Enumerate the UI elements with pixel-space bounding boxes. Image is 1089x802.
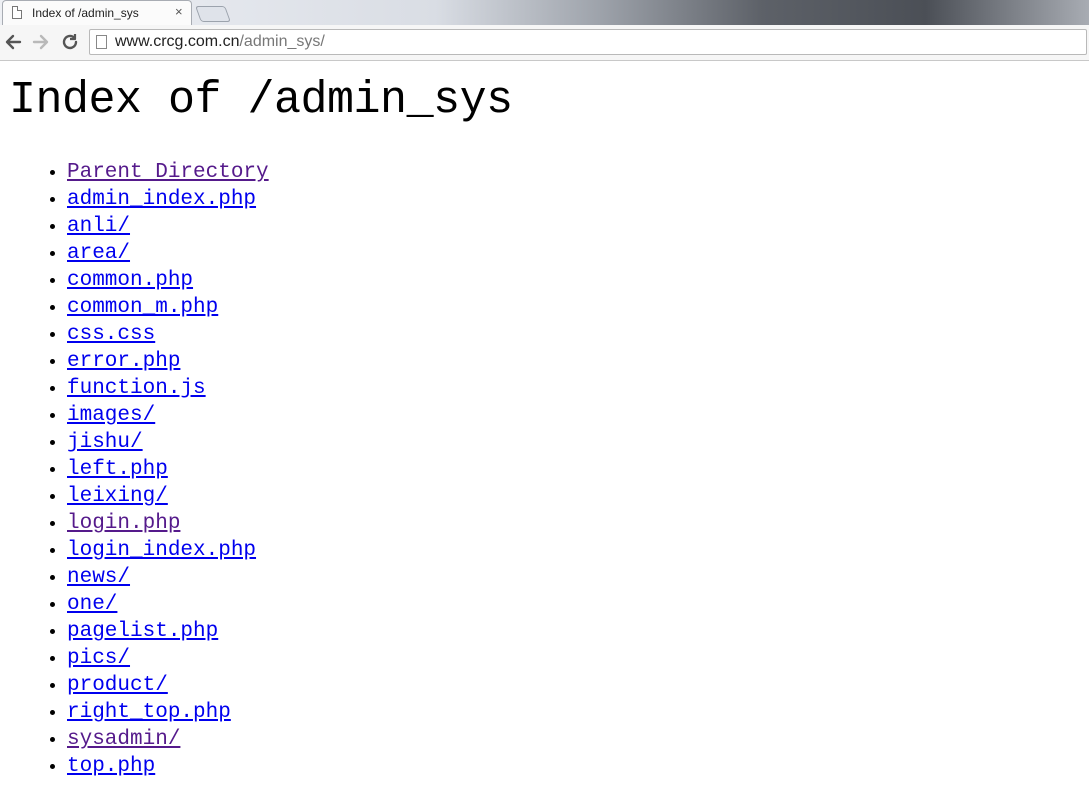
address-bar[interactable]: www.crcg.com.cn/admin_sys/ bbox=[89, 29, 1087, 55]
list-item: top.php bbox=[67, 753, 269, 780]
list-item: login.php bbox=[67, 510, 269, 537]
directory-entry-link[interactable]: Parent Directory bbox=[67, 161, 269, 184]
list-item: common.php bbox=[67, 267, 269, 294]
list-item: area/ bbox=[67, 240, 269, 267]
list-item: product/ bbox=[67, 672, 269, 699]
url-text[interactable]: www.crcg.com.cn/admin_sys/ bbox=[115, 33, 325, 51]
directory-entry-link[interactable]: login.php bbox=[67, 512, 180, 535]
list-item: news/ bbox=[67, 564, 269, 591]
tab-close-icon[interactable]: × bbox=[175, 4, 183, 20]
directory-entry-link[interactable]: error.php bbox=[67, 350, 180, 373]
directory-entry-link[interactable]: news/ bbox=[67, 566, 130, 589]
directory-entry-link[interactable]: left.php bbox=[67, 458, 168, 481]
list-item: error.php bbox=[67, 348, 269, 375]
list-item: images/ bbox=[67, 402, 269, 429]
reload-icon[interactable] bbox=[59, 31, 81, 53]
directory-entry-link[interactable]: jishu/ bbox=[67, 431, 143, 454]
list-item: css.css bbox=[67, 321, 269, 348]
forward-arrow-icon[interactable] bbox=[30, 31, 52, 53]
directory-entry-link[interactable]: anli/ bbox=[67, 215, 130, 238]
url-host: www.crcg.com.cn bbox=[115, 33, 240, 50]
directory-entry-link[interactable]: common_m.php bbox=[67, 296, 218, 319]
directory-entry-link[interactable]: common.php bbox=[67, 269, 193, 292]
list-item: login_index.php bbox=[67, 537, 269, 564]
list-item: sysadmin/ bbox=[67, 726, 269, 753]
list-item: left.php bbox=[67, 456, 269, 483]
browser-toolbar: www.crcg.com.cn/admin_sys/ bbox=[0, 25, 1089, 61]
browser-tab[interactable]: Index of /admin_sys × bbox=[2, 0, 192, 25]
directory-entry-link[interactable]: admin_index.php bbox=[67, 188, 256, 211]
directory-entry-link[interactable]: images/ bbox=[67, 404, 155, 427]
directory-listing: Parent Directory admin_index.php anli/area… bbox=[0, 159, 269, 780]
list-item: right_top.php bbox=[67, 699, 269, 726]
directory-entry-link[interactable]: right_top.php bbox=[67, 701, 231, 724]
list-item: jishu/ bbox=[67, 429, 269, 456]
list-item: admin_index.php bbox=[67, 186, 269, 213]
directory-entry-link[interactable]: pagelist.php bbox=[67, 620, 218, 643]
new-tab-button[interactable] bbox=[195, 6, 231, 22]
directory-entry-link[interactable]: function.js bbox=[67, 377, 206, 400]
list-item: function.js bbox=[67, 375, 269, 402]
list-item: anli/ bbox=[67, 213, 269, 240]
tab-strip: Index of /admin_sys × bbox=[0, 0, 1089, 25]
directory-entry-link[interactable]: product/ bbox=[67, 674, 168, 697]
directory-entry-link[interactable]: top.php bbox=[67, 755, 155, 778]
page-icon bbox=[12, 6, 22, 19]
back-arrow-icon[interactable] bbox=[2, 31, 24, 53]
directory-entry-link[interactable]: one/ bbox=[67, 593, 117, 616]
list-item: common_m.php bbox=[67, 294, 269, 321]
url-path: /admin_sys/ bbox=[239, 33, 325, 50]
directory-entry-link[interactable]: login_index.php bbox=[67, 539, 256, 562]
list-item: pics/ bbox=[67, 645, 269, 672]
list-item: one/ bbox=[67, 591, 269, 618]
list-item: pagelist.php bbox=[67, 618, 269, 645]
directory-entry-link[interactable]: sysadmin/ bbox=[67, 728, 180, 751]
tab-title: Index of /admin_sys bbox=[32, 6, 139, 20]
page-icon bbox=[96, 35, 107, 49]
directory-entry-link[interactable]: leixing/ bbox=[67, 485, 168, 508]
directory-entry-link[interactable]: area/ bbox=[67, 242, 130, 265]
page-title: Index of /admin_sys bbox=[9, 75, 513, 126]
directory-entry-link[interactable]: css.css bbox=[67, 323, 155, 346]
list-item: leixing/ bbox=[67, 483, 269, 510]
directory-entry-link[interactable]: pics/ bbox=[67, 647, 130, 670]
list-item: Parent Directory bbox=[67, 159, 269, 186]
